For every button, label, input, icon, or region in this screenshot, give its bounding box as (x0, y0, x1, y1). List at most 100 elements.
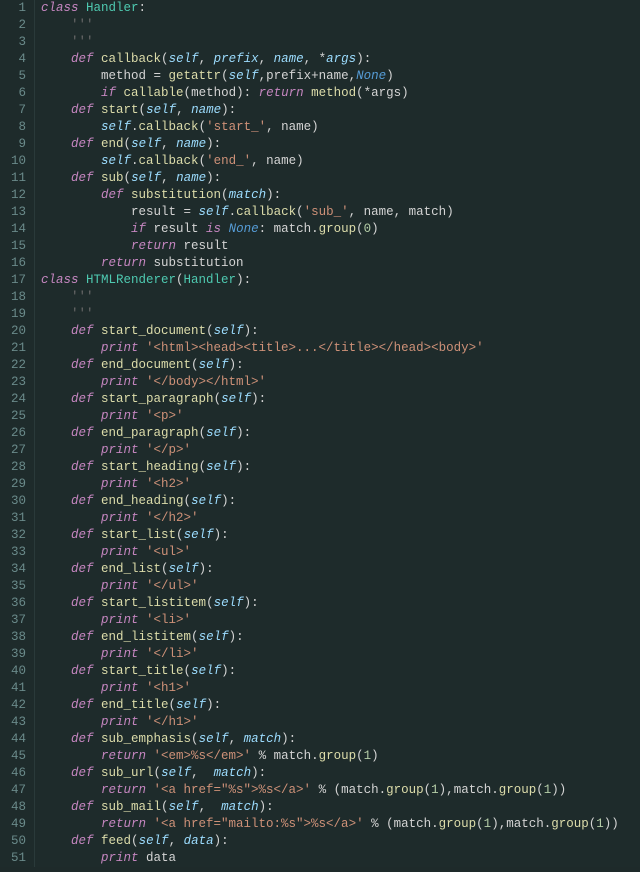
code-line[interactable]: return '<a href="%s">%s</a>' % (match.gr… (41, 782, 640, 799)
code-line[interactable]: def substitution(match): (41, 187, 640, 204)
code-line[interactable]: def callback(self, prefix, name, *args): (41, 51, 640, 68)
token-param: match (214, 766, 252, 780)
line-number: 24 (4, 391, 26, 408)
code-line[interactable]: return '<em>%s</em>' % match.group(1) (41, 748, 640, 765)
token-param: match (229, 188, 267, 202)
code-line[interactable]: def end(self, name): (41, 136, 640, 153)
code-line[interactable]: print '</li>' (41, 646, 640, 663)
token-punct: ( (184, 86, 192, 100)
code-line[interactable]: ''' (41, 34, 640, 51)
code-line[interactable]: def sub_url(self, match): (41, 765, 640, 782)
code-line[interactable]: def end_paragraph(self): (41, 425, 640, 442)
code-line[interactable]: def sub(self, name): (41, 170, 640, 187)
token-punct: ( (356, 222, 364, 236)
code-line[interactable]: def start_paragraph(self): (41, 391, 640, 408)
token-kw: return (101, 749, 154, 763)
token-self: self (101, 120, 131, 134)
code-line[interactable]: print '</h1>' (41, 714, 640, 731)
code-line[interactable]: self.callback('end_', name) (41, 153, 640, 170)
line-number: 32 (4, 527, 26, 544)
code-line[interactable]: ''' (41, 17, 640, 34)
token-punct: ( (161, 52, 169, 66)
code-editor[interactable]: 1234567891011121314151617181920212223242… (0, 0, 640, 867)
token-punct: ( (169, 698, 177, 712)
token-punct: ): (236, 273, 251, 287)
code-line[interactable]: def feed(self, data): (41, 833, 640, 850)
token-kw: def (71, 698, 101, 712)
code-line[interactable]: def start_document(self): (41, 323, 640, 340)
code-line[interactable]: def start_heading(self): (41, 459, 640, 476)
code-line[interactable]: def start_list(self): (41, 527, 640, 544)
token-fn: group (551, 817, 589, 831)
code-line[interactable]: print '<h1>' (41, 680, 640, 697)
token-punct: , (161, 171, 176, 185)
token-kw: class (41, 273, 86, 287)
token-kw: return (101, 783, 154, 797)
token-op: result (131, 205, 184, 219)
code-line[interactable]: def end_document(self): (41, 357, 640, 374)
code-line[interactable]: ''' (41, 289, 640, 306)
code-line[interactable]: method = getattr(self,prefix+name,None) (41, 68, 640, 85)
token-punct: : (259, 222, 274, 236)
token-kw: return (259, 86, 312, 100)
code-line[interactable]: print '<p>' (41, 408, 640, 425)
code-line[interactable]: if result is None: match.group(0) (41, 221, 640, 238)
code-line[interactable]: print '<ul>' (41, 544, 640, 561)
code-line[interactable]: print '<h2>' (41, 476, 640, 493)
code-line[interactable]: def start_title(self): (41, 663, 640, 680)
token-punct: ) (446, 205, 454, 219)
token-kw: print (101, 477, 146, 491)
token-param: name (176, 171, 206, 185)
token-punct: , (199, 52, 214, 66)
token-fn: group (319, 222, 357, 236)
token-punct: ( (536, 783, 544, 797)
line-number: 39 (4, 646, 26, 663)
code-line[interactable]: result = self.callback('sub_', name, mat… (41, 204, 640, 221)
code-line[interactable]: print '</ul>' (41, 578, 640, 595)
code-line[interactable]: print data (41, 850, 640, 867)
token-self: self (214, 324, 244, 338)
line-number: 8 (4, 119, 26, 136)
code-line[interactable]: def sub_emphasis(self, match): (41, 731, 640, 748)
code-line[interactable]: return result (41, 238, 640, 255)
token-punct: ): (229, 630, 244, 644)
code-line[interactable]: ''' (41, 306, 640, 323)
token-kw: print (101, 647, 146, 661)
token-punct: . (431, 817, 439, 831)
code-line[interactable]: if callable(method): return method(*args… (41, 85, 640, 102)
code-line[interactable]: def start(self, name): (41, 102, 640, 119)
token-op: % (311, 783, 334, 797)
code-line[interactable]: print '</body></html>' (41, 374, 640, 391)
token-kw: def (71, 460, 101, 474)
code-line[interactable]: def sub_mail(self, match): (41, 799, 640, 816)
code-line[interactable]: return substitution (41, 255, 640, 272)
code-line[interactable]: print '<li>' (41, 612, 640, 629)
code-line[interactable]: print '</p>' (41, 442, 640, 459)
code-line[interactable]: print '<html><head><title>...</title></h… (41, 340, 640, 357)
code-line[interactable]: return '<a href="mailto:%s">%s</a>' % (m… (41, 816, 640, 833)
token-punct: ): (221, 494, 236, 508)
code-line[interactable]: print '</h2>' (41, 510, 640, 527)
code-line[interactable]: self.callback('start_', name) (41, 119, 640, 136)
token-punct: ( (124, 137, 132, 151)
code-line[interactable]: class HTMLRenderer(Handler): (41, 272, 640, 289)
token-op: method (191, 86, 236, 100)
token-punct: ): (206, 171, 221, 185)
token-punct: ( (184, 494, 192, 508)
token-fn: end_document (101, 358, 191, 372)
line-number: 16 (4, 255, 26, 272)
token-none: None (229, 222, 259, 236)
code-line[interactable]: def end_title(self): (41, 697, 640, 714)
token-str: 'start_' (206, 120, 266, 134)
token-fn: group (386, 783, 424, 797)
code-line[interactable]: class Handler: (41, 0, 640, 17)
token-op: match (409, 205, 447, 219)
code-area[interactable]: class Handler: ''' ''' def callback(self… (35, 0, 640, 867)
code-line[interactable]: def end_list(self): (41, 561, 640, 578)
token-punct: ( (206, 324, 214, 338)
code-line[interactable]: def end_listitem(self): (41, 629, 640, 646)
token-punct: ( (124, 171, 132, 185)
code-line[interactable]: def start_listitem(self): (41, 595, 640, 612)
line-number: 28 (4, 459, 26, 476)
code-line[interactable]: def end_heading(self): (41, 493, 640, 510)
